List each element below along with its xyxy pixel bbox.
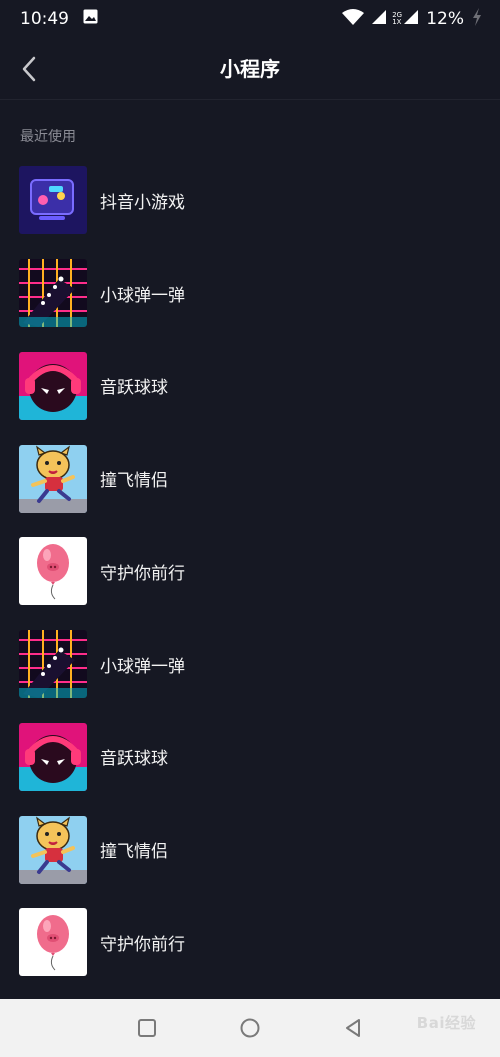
music-ball-icon xyxy=(19,722,87,791)
list-item[interactable]: 守护你前行 xyxy=(0,896,500,989)
mini-program-list: 抖音小游戏 小球弹一弹 音跃球球 撞飞情侣 守护你前行 小球弹一弹 音跃球球 撞… xyxy=(0,154,500,989)
list-item-label: 小球弹一弹 xyxy=(100,285,185,306)
list-item[interactable]: 抖音小游戏 xyxy=(0,154,500,247)
list-item[interactable]: 音跃球球 xyxy=(0,711,500,804)
section-label-recent: 最近使用 xyxy=(20,129,76,145)
list-item[interactable]: 小球弹一弹 xyxy=(0,247,500,340)
signal-icon xyxy=(372,9,387,29)
recent-apps-icon[interactable] xyxy=(132,1013,162,1043)
status-time: 10:49 xyxy=(20,9,69,29)
dog-runner-icon xyxy=(19,444,87,513)
pink-balloon-icon xyxy=(19,908,87,977)
image-icon xyxy=(83,9,98,29)
header: 小程序 xyxy=(0,38,500,100)
list-item-label: 撞飞情侣 xyxy=(100,471,168,492)
pink-balloon-icon xyxy=(19,537,87,606)
list-item-label: 音跃球球 xyxy=(100,378,168,399)
list-item-label: 撞飞情侣 xyxy=(100,842,168,863)
list-item-label: 音跃球球 xyxy=(100,749,168,770)
network-type-label: 2G 1X xyxy=(392,11,403,26)
battery-charging-icon xyxy=(472,7,482,31)
watermark: Bai经验 xyxy=(416,1014,476,1032)
list-item-label: 抖音小游戏 xyxy=(100,192,185,213)
list-item-label: 小球弹一弹 xyxy=(100,656,185,677)
list-item[interactable]: 撞飞情侣 xyxy=(0,803,500,896)
list-item[interactable]: 撞飞情侣 xyxy=(0,432,500,525)
list-item-label: 守护你前行 xyxy=(100,934,185,955)
list-item[interactable]: 音跃球球 xyxy=(0,340,500,433)
douyin-minigame-icon xyxy=(19,166,87,235)
list-item[interactable]: 守护你前行 xyxy=(0,525,500,618)
back-icon[interactable] xyxy=(338,1013,368,1043)
signal-icon-2 xyxy=(404,9,419,29)
wifi-icon xyxy=(342,8,365,30)
page-title: 小程序 xyxy=(220,57,280,81)
list-item-label: 守护你前行 xyxy=(100,563,185,584)
status-bar: 10:49 2G 1X 12% xyxy=(0,0,500,38)
music-ball-icon xyxy=(19,351,87,420)
list-item[interactable]: 小球弹一弹 xyxy=(0,618,500,711)
home-icon[interactable] xyxy=(235,1013,265,1043)
ball-bounce-icon xyxy=(19,259,87,328)
dog-runner-icon xyxy=(19,815,87,884)
ball-bounce-icon xyxy=(19,630,87,699)
battery-percent: 12% xyxy=(426,9,464,29)
